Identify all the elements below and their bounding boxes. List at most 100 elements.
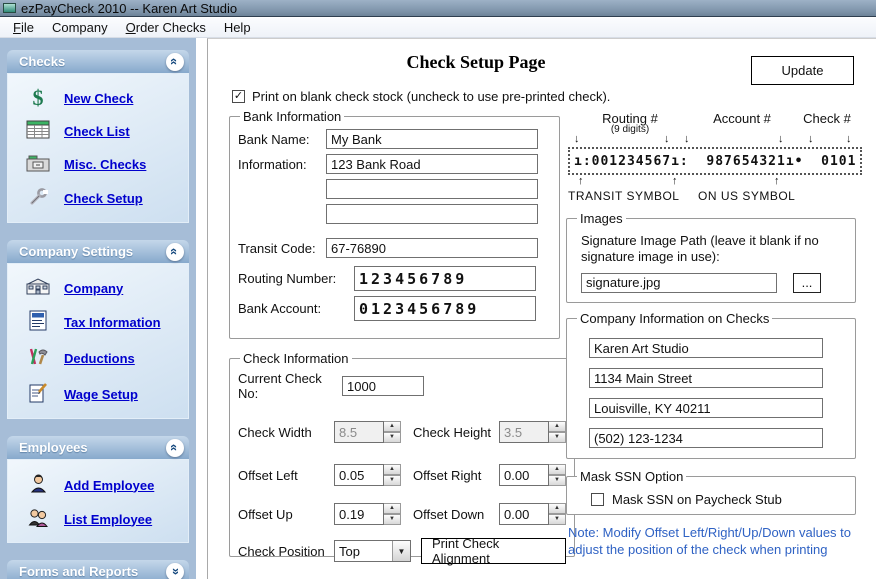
spinner-down-icon[interactable] xyxy=(384,514,401,525)
offset-left-label: Offset Left xyxy=(238,468,334,483)
title-bar: ezPayCheck 2010 -- Karen Art Studio xyxy=(0,0,876,17)
bank-information-input-1[interactable]: 123 Bank Road xyxy=(326,154,538,174)
mask-ssn-legend: Mask SSN Option xyxy=(577,469,686,484)
menu-order-checks[interactable]: Order Checks xyxy=(117,18,215,37)
offset-down-spinner[interactable]: 0.00 xyxy=(499,503,566,525)
current-check-no-row: Current Check No: 1000 xyxy=(238,371,566,401)
sidebar-item-label[interactable]: Deductions xyxy=(64,351,135,366)
section-header-forms-reports[interactable]: Forms and Reports xyxy=(7,560,189,579)
spinner-down-icon[interactable] xyxy=(549,475,566,486)
company-phone-input[interactable]: (502) 123-1234 xyxy=(589,428,823,448)
expand-section-button[interactable] xyxy=(166,563,184,579)
down-arrow-icon: ↓ xyxy=(808,133,814,145)
sidebar-item-wage-setup[interactable]: Wage Setup xyxy=(8,376,188,412)
signature-path-row: signature.jpg ... xyxy=(581,273,847,293)
spinner-down-icon xyxy=(549,432,566,443)
menu-help[interactable]: Help xyxy=(215,18,260,37)
up-arrow-icon: ↑ xyxy=(672,175,678,187)
collapse-section-button[interactable] xyxy=(166,243,184,261)
company-name-input[interactable]: Karen Art Studio xyxy=(589,338,823,358)
sidebar-item-label[interactable]: Misc. Checks xyxy=(64,157,146,172)
spinner-down-icon[interactable] xyxy=(384,475,401,486)
bank-information-input-2[interactable] xyxy=(326,179,538,199)
mask-ssn-label: Mask SSN on Paycheck Stub xyxy=(612,492,782,507)
offset-lr-row: Offset Left 0.05 Offset Right 0.00 xyxy=(238,464,566,486)
sidebar-item-list-employee[interactable]: List Employee xyxy=(8,502,188,536)
offset-right-value[interactable]: 0.00 xyxy=(499,464,549,486)
offset-right-label: Offset Right xyxy=(413,468,499,483)
menu-file[interactable]: File xyxy=(4,18,43,37)
offset-note: Note: Modify Offset Left/Right/Up/Down v… xyxy=(568,525,856,559)
company-city-input[interactable]: Louisville, KY 40211 xyxy=(589,398,823,418)
sidebar-item-check-setup[interactable]: Check Setup xyxy=(8,181,188,216)
chevron-down-icon[interactable] xyxy=(392,541,410,561)
sidebar-item-misc-checks[interactable]: Misc. Checks xyxy=(8,148,188,181)
sidebar-item-new-check[interactable]: $ New Check xyxy=(8,82,188,114)
chevron-up-icon xyxy=(168,248,181,255)
offset-right-spinner[interactable]: 0.00 xyxy=(499,464,566,486)
menu-company[interactable]: Company xyxy=(43,18,117,37)
section-header-company-settings[interactable]: Company Settings xyxy=(7,240,189,263)
bank-account-input[interactable]: 0123456789 xyxy=(354,296,536,321)
browse-button[interactable]: ... xyxy=(793,273,821,293)
sidebar-item-label[interactable]: List Employee xyxy=(64,512,152,527)
bank-name-input[interactable]: My Bank xyxy=(326,129,538,149)
collapse-section-button[interactable] xyxy=(166,53,184,71)
sidebar-section-forms-reports: Forms and Reports xyxy=(7,560,189,579)
sidebar-item-label[interactable]: Company xyxy=(64,281,123,296)
sidebar-item-label[interactable]: Wage Setup xyxy=(64,387,138,402)
offset-up-spinner[interactable]: 0.19 xyxy=(334,503,401,525)
section-header-checks[interactable]: Checks xyxy=(7,50,189,73)
sidebar-item-label[interactable]: Check List xyxy=(64,124,130,139)
blank-stock-checkbox[interactable]: ✓ xyxy=(232,90,245,103)
wrench-icon xyxy=(22,187,54,210)
bank-information-input-3[interactable] xyxy=(326,204,538,224)
sidebar-item-add-employee[interactable]: Add Employee xyxy=(8,468,188,502)
signature-path-input[interactable]: signature.jpg xyxy=(581,273,777,293)
sidebar-item-deductions[interactable]: Deductions xyxy=(8,340,188,376)
offset-left-value[interactable]: 0.05 xyxy=(334,464,384,486)
sidebar-item-company[interactable]: Company xyxy=(8,272,188,304)
print-check-alignment-button[interactable]: Print Check Alignment xyxy=(421,538,566,564)
check-position-value: Top xyxy=(335,541,392,561)
offset-down-value[interactable]: 0.00 xyxy=(499,503,549,525)
sidebar-item-check-list[interactable]: Check List xyxy=(8,114,188,148)
check-height-value: 3.5 xyxy=(499,421,549,443)
transit-code-row: Transit Code: 67-76890 xyxy=(238,238,551,258)
offset-left-spinner[interactable]: 0.05 xyxy=(334,464,401,486)
routing-number-input[interactable]: 123456789 xyxy=(354,266,536,291)
offset-up-label: Offset Up xyxy=(238,507,334,522)
spinner-up-icon[interactable] xyxy=(384,503,401,514)
check-position-select[interactable]: Top xyxy=(334,540,411,562)
spinner-down-icon xyxy=(384,432,401,443)
micr-line-sample: ı:001234567ı: 987654321ı• 0101 xyxy=(568,147,862,175)
current-check-no-input[interactable]: 1000 xyxy=(342,376,424,396)
sidebar-item-tax-information[interactable]: Tax Information xyxy=(8,304,188,340)
wage-document-icon xyxy=(22,382,54,406)
sidebar-item-label[interactable]: New Check xyxy=(64,91,133,106)
up-arrow-icon: ↑ xyxy=(578,175,584,187)
spinner-up-icon[interactable] xyxy=(384,464,401,475)
transit-code-input[interactable]: 67-76890 xyxy=(326,238,538,258)
company-information-group: Company Information on Checks Karen Art … xyxy=(566,311,856,459)
spinner-up-icon[interactable] xyxy=(549,464,566,475)
down-arrow-icon: ↓ xyxy=(846,133,852,145)
routing-digits-note: (9 digits) xyxy=(588,124,672,135)
section-title: Checks xyxy=(19,54,65,69)
spinner-down-icon[interactable] xyxy=(549,514,566,525)
mask-ssn-checkbox[interactable] xyxy=(591,493,604,506)
section-title: Company Settings xyxy=(19,244,133,259)
bank-information-group: Bank Information Bank Name: My Bank Info… xyxy=(229,109,560,339)
section-header-employees[interactable]: Employees xyxy=(7,436,189,459)
section-panel-employees: Add Employee List Employee xyxy=(7,459,189,543)
sidebar-item-label[interactable]: Add Employee xyxy=(64,478,154,493)
offset-up-value[interactable]: 0.19 xyxy=(334,503,384,525)
company-street-input[interactable]: 1134 Main Street xyxy=(589,368,823,388)
information-row-3 xyxy=(238,204,551,224)
spinner-up-icon[interactable] xyxy=(549,503,566,514)
collapse-section-button[interactable] xyxy=(166,439,184,457)
sidebar-item-label[interactable]: Tax Information xyxy=(64,315,161,330)
information-row-2 xyxy=(238,179,551,199)
sidebar-item-label[interactable]: Check Setup xyxy=(64,191,143,206)
update-button[interactable]: Update xyxy=(751,56,854,85)
